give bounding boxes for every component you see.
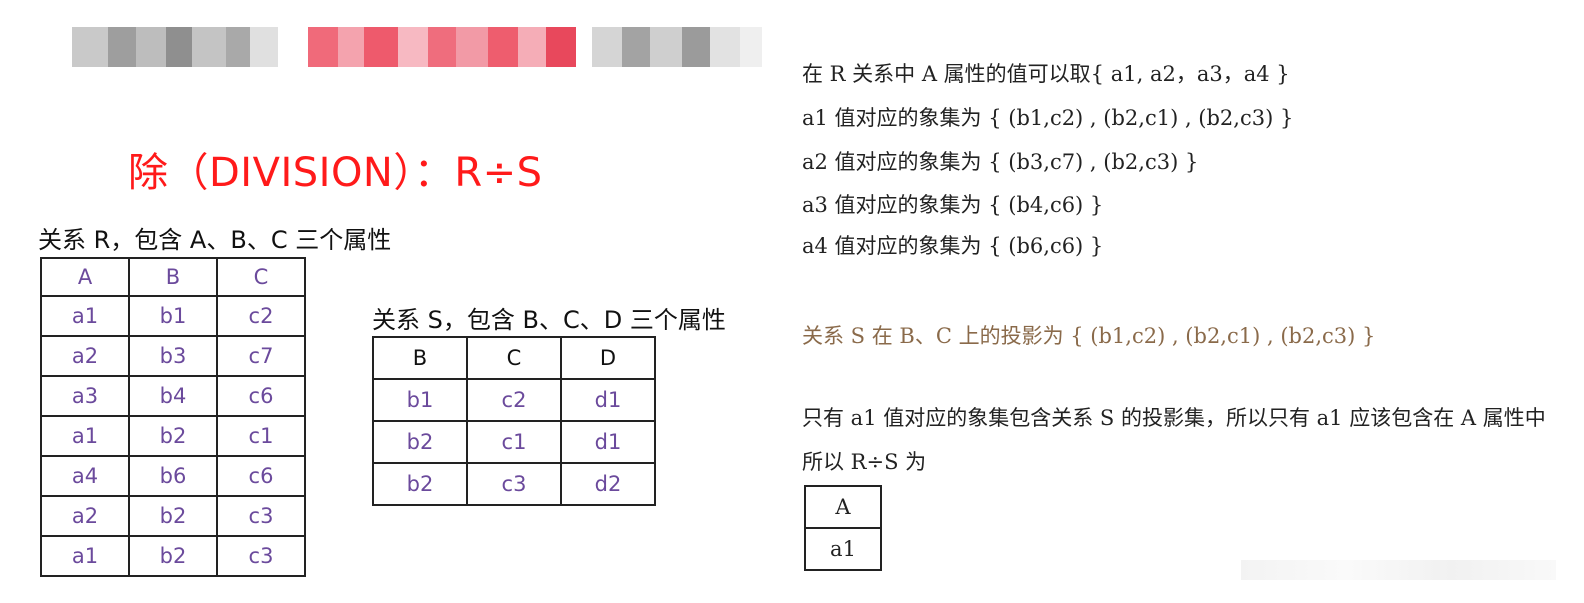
- table-cell: c3: [466, 462, 562, 506]
- explanation-line: 只有 a1 值对应的象集包含关系 S 的投影集，所以只有 a1 应该包含在 A …: [802, 406, 1546, 430]
- explanation-line: a1 值对应的象集为 { (b1,c2) , (b2,c1) , (b2,c3)…: [802, 106, 1294, 130]
- blurred-watermark: [1241, 560, 1556, 580]
- blurred-header: [72, 22, 788, 72]
- table-cell: a2: [40, 335, 130, 377]
- table-row: a2 b3 c7: [40, 335, 306, 377]
- table-cell: a1: [804, 527, 882, 571]
- column-header: C: [216, 257, 306, 297]
- relation-s-caption: 关系 S，包含 B、C、D 三个属性: [372, 306, 726, 334]
- table-row: a1 b1 c2: [40, 295, 306, 337]
- column-header: B: [372, 336, 468, 380]
- table-cell: b3: [128, 335, 218, 377]
- column-header: D: [560, 336, 656, 380]
- table-cell: c3: [216, 495, 306, 537]
- table-cell: b1: [372, 378, 468, 422]
- table-cell: a1: [40, 295, 130, 337]
- explanation-line: a3 值对应的象集为 { (b4,c6) }: [802, 193, 1104, 217]
- table-cell: c1: [466, 420, 562, 464]
- table-cell: d1: [560, 378, 656, 422]
- explanation-line: 所以 R÷S 为: [802, 450, 927, 474]
- table-cell: c7: [216, 335, 306, 377]
- column-header: A: [40, 257, 130, 297]
- table-row: a2 b2 c3: [40, 495, 306, 537]
- table-cell: d1: [560, 420, 656, 464]
- table-row: b1 c2 d1: [372, 378, 656, 422]
- page-title: 除（DIVISION）：R÷S: [128, 150, 543, 196]
- table-cell: b4: [128, 375, 218, 417]
- table-cell: a1: [40, 535, 130, 577]
- table-cell: a4: [40, 455, 130, 497]
- table-cell: b6: [128, 455, 218, 497]
- explanation-line: 关系 S 在 B、C 上的投影为 { (b1,c2) , (b2,c1) , (…: [802, 324, 1376, 348]
- table-row: a3 b4 c6: [40, 375, 306, 417]
- table-cell: b1: [128, 295, 218, 337]
- table-cell: a2: [40, 495, 130, 537]
- explanation-line: 在 R 关系中 A 属性的值可以取{ a1, a2，a3，a4 }: [802, 62, 1290, 86]
- table-row: a4 b6 c6: [40, 455, 306, 497]
- relation-r-table: A B C a1 b1 c2 a2 b3 c7 a3 b4 c6 a1 b2 c1 a4 b6 c6…: [40, 257, 306, 577]
- table-cell: c6: [216, 455, 306, 497]
- explanation-line: a4 值对应的象集为 { (b6,c6) }: [802, 234, 1104, 258]
- table-cell: c6: [216, 375, 306, 417]
- table-cell: b2: [372, 462, 468, 506]
- relation-r-caption: 关系 R，包含 A、B、C 三个属性: [38, 226, 392, 254]
- table-row: a1 b2 c3: [40, 535, 306, 577]
- result-table: A a1: [804, 485, 882, 571]
- table-cell: d2: [560, 462, 656, 506]
- table-cell: c2: [216, 295, 306, 337]
- relation-s-table: B C D b1 c2 d1 b2 c1 d1 b2 c3 d2: [372, 336, 656, 506]
- table-cell: a1: [40, 415, 130, 457]
- table-cell: c1: [216, 415, 306, 457]
- column-header: C: [466, 336, 562, 380]
- table-cell: c2: [466, 378, 562, 422]
- table-cell: b2: [128, 415, 218, 457]
- table-cell: a3: [40, 375, 130, 417]
- column-header: B: [128, 257, 218, 297]
- table-row: a1 b2 c1: [40, 415, 306, 457]
- column-header: A: [804, 485, 882, 529]
- table-cell: b2: [128, 495, 218, 537]
- table-cell: b2: [372, 420, 468, 464]
- table-row: b2 c1 d1: [372, 420, 656, 464]
- table-row: a1: [804, 527, 882, 571]
- table-row: b2 c3 d2: [372, 462, 656, 506]
- explanation-line: a2 值对应的象集为 { (b3,c7) , (b2,c3) }: [802, 150, 1199, 174]
- table-cell: c3: [216, 535, 306, 577]
- table-cell: b2: [128, 535, 218, 577]
